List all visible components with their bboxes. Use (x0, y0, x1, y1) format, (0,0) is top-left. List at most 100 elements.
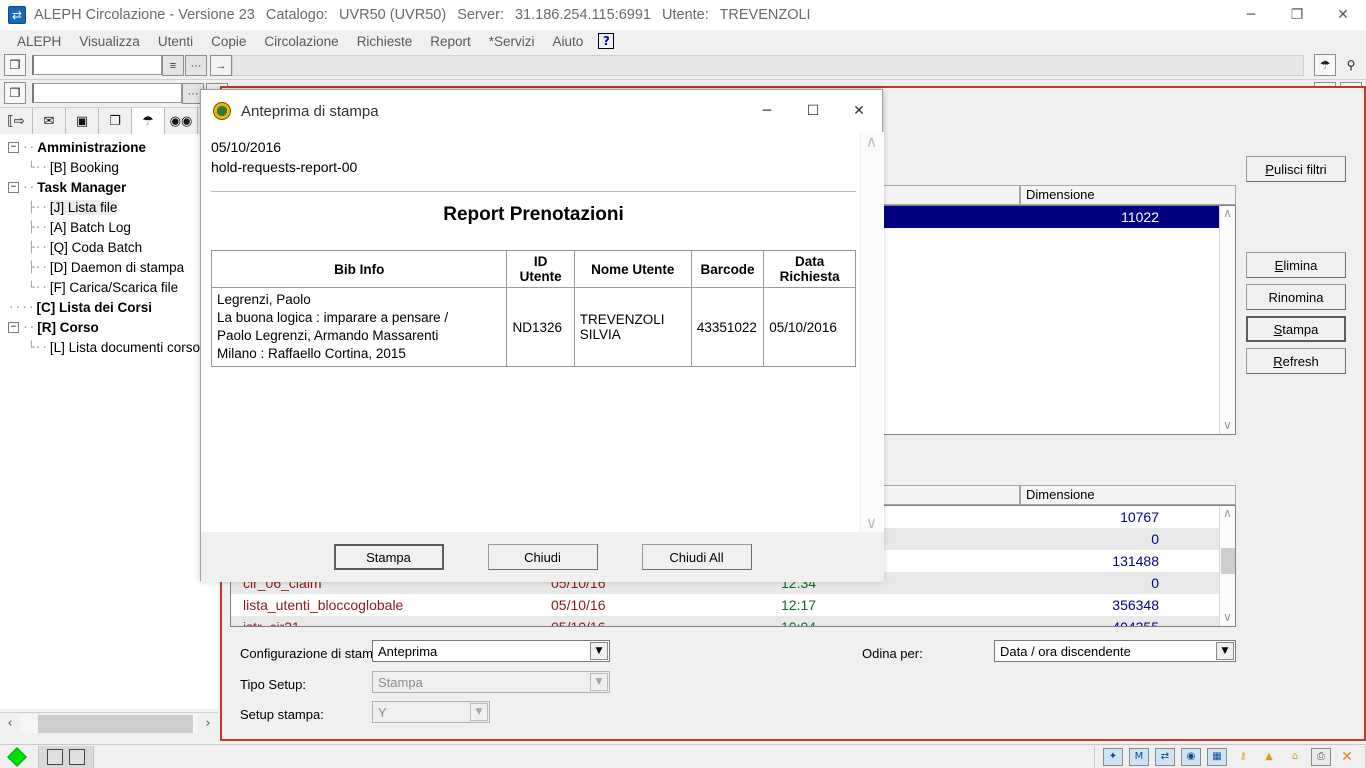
menu-copie[interactable]: Copie (202, 32, 255, 51)
upper-header-dimensione[interactable]: Dimensione (1020, 185, 1236, 205)
tree-horizontal-scrollbar[interactable]: ‹ › (0, 712, 218, 734)
scroll-track[interactable] (20, 714, 198, 733)
tab-photo[interactable]: ▣ (66, 108, 99, 134)
cube-icon-2[interactable] (69, 748, 85, 765)
grid-icon[interactable]: ▦ (1207, 747, 1227, 766)
maximize-button[interactable]: ❐ (1274, 0, 1320, 30)
menu-richieste[interactable]: Richieste (348, 32, 422, 51)
minimize-button[interactable]: ─ (1228, 0, 1274, 30)
scroll-thumb[interactable] (1221, 548, 1235, 574)
tower-icon[interactable]: ▲ (1259, 747, 1279, 766)
expander-icon[interactable]: − (8, 321, 19, 333)
rinomina-button[interactable]: Rin omina (1246, 284, 1346, 310)
scroll-down-icon[interactable]: ∨ (866, 513, 878, 532)
tree-node-lista-corsi[interactable]: ···· [C] Lista dei Corsi (0, 297, 218, 317)
scroll-down-icon[interactable]: ∨ (1223, 610, 1232, 626)
scroll-right-icon[interactable]: › (198, 716, 218, 731)
tree-node-lista-documenti-corso[interactable]: └·· [L] Lista documenti corso (0, 337, 218, 357)
marc-icon[interactable]: M (1129, 747, 1149, 766)
menu-aleph[interactable]: ALEPH (8, 32, 70, 51)
menu-servizi[interactable]: *Servizi (480, 32, 544, 51)
tree-node-daemon-stampa[interactable]: ├·· [D] Daemon di stampa (0, 257, 218, 277)
tab-circulation[interactable]: ⟦⇨ (0, 108, 33, 134)
cell-time: 12:17 (781, 597, 817, 613)
scroll-thumb[interactable] (38, 714, 193, 733)
print-setup-value: Y (378, 704, 387, 720)
chevron-down-icon[interactable]: ▼ (590, 642, 608, 660)
tree-connector: └·· (28, 160, 48, 174)
setup-type-value: Stampa (378, 674, 423, 690)
printer-icon[interactable]: ⎙ (1311, 747, 1331, 766)
toolbar-input-2[interactable] (32, 83, 182, 103)
globe-icon[interactable]: ◉ (1181, 747, 1201, 766)
close-x-icon[interactable]: ✕ (1337, 747, 1357, 766)
menu-aiuto[interactable]: Aiuto (544, 32, 593, 51)
toolbar-list-button-1[interactable]: ≡ (162, 55, 184, 76)
navigate-icon[interactable]: ✦ (1103, 747, 1123, 766)
menu-report[interactable]: Report (421, 32, 480, 51)
elimina-button[interactable]: Elimina (1246, 252, 1346, 278)
scroll-down-icon[interactable]: ∨ (1223, 418, 1232, 434)
print-config-combo[interactable]: Anteprima ▼ (372, 640, 610, 662)
chevron-down-icon[interactable]: ▼ (1216, 642, 1234, 660)
tab-search[interactable]: ◉◉ (165, 108, 198, 134)
scroll-up-icon[interactable]: ∧ (866, 132, 878, 151)
dialog-minimize-button[interactable]: ─ (744, 90, 790, 132)
toolbar-go-button-1[interactable]: → (210, 55, 232, 76)
upper-list-scrollbar[interactable]: ∧ ∨ (1219, 206, 1235, 434)
menu-visualizza[interactable]: Visualizza (70, 32, 149, 51)
dialog-chiudi-button[interactable]: Chiudi (487, 544, 598, 570)
scroll-up-icon[interactable]: ∧ (1223, 506, 1232, 522)
print-setup-combo[interactable]: Y ▼ (372, 701, 490, 723)
table-row[interactable]: lista_utenti_bloccoglobale 05/10/16 12:1… (231, 594, 1219, 616)
cube-icon-1[interactable] (47, 748, 63, 765)
tab-mail[interactable]: ✉ (33, 108, 66, 134)
aleph-app-icon: ⇄ (8, 6, 26, 24)
close-button[interactable]: ✕ (1320, 0, 1366, 30)
setup-type-combo[interactable]: Stampa ▼ (372, 671, 610, 693)
lower-list-scrollbar[interactable]: ∧ ∨ (1219, 506, 1235, 626)
dialog-close-button[interactable]: ✕ (836, 90, 882, 132)
expander-icon[interactable]: − (8, 181, 19, 193)
dialog-chiudi-all-button[interactable]: Chiudi All (641, 544, 752, 570)
dialog-maximize-button[interactable]: ☐ (790, 90, 836, 132)
key-icon[interactable]: ⚷ (1233, 747, 1253, 766)
table-row[interactable]: istr_cir21 05/10/16 10:04 404355 (231, 616, 1219, 626)
tree-node-task-manager[interactable]: − ·· Task Manager (0, 177, 218, 197)
chevron-down-icon[interactable]: ▼ (470, 703, 488, 721)
toolbar-browse-button-1[interactable]: ··· (185, 55, 207, 76)
order-by-combo[interactable]: Data / ora discendente ▼ (994, 640, 1236, 662)
tree-node-carica-scarica[interactable]: └·· [F] Carica/Scarica file (0, 277, 218, 297)
tab-copy[interactable]: ❐ (99, 108, 132, 134)
stampa-button[interactable]: Stampa (1246, 316, 1346, 342)
expander-icon[interactable]: − (8, 141, 19, 153)
tree-node-batch-log[interactable]: ├·· [A] Batch Log (0, 217, 218, 237)
menu-circolazione[interactable]: Circolazione (255, 32, 347, 51)
tree-node-amministrazione[interactable]: − ·· Amministrazione (0, 137, 218, 157)
tree-node-lista-file[interactable]: ├·· [J] Lista file (0, 197, 218, 217)
window-title-server-label: Server: (457, 7, 504, 23)
help-question-icon[interactable]: ? (598, 33, 615, 49)
pulisci-filtri-button[interactable]: Pulisci filtri (1246, 156, 1346, 182)
exchange-icon[interactable]: ⇄ (1155, 747, 1175, 766)
tree-node-corso[interactable]: − ·· [R] Corso (0, 317, 218, 337)
scroll-up-icon[interactable]: ∧ (1223, 206, 1232, 222)
dialog-stampa-button[interactable]: Stampa (333, 544, 444, 570)
scroll-left-icon[interactable]: ‹ (0, 716, 20, 731)
key-icon[interactable]: ⚲ (1340, 54, 1362, 76)
tree-node-booking[interactable]: └·· [B] Booking (0, 157, 218, 177)
bank-icon[interactable]: ⌂ (1285, 747, 1305, 766)
chevron-down-icon[interactable]: ▼ (590, 673, 608, 691)
tree-connector: └·· (28, 340, 48, 354)
user-card-icon[interactable]: ☂ (1314, 54, 1336, 76)
toolbar-row-1: ❐ ≡ ··· → ☂ ⚲ (0, 52, 1366, 80)
toolbar-doc-icon-1[interactable]: ❐ (4, 54, 26, 76)
menu-utenti[interactable]: Utenti (149, 32, 202, 51)
toolbar-doc-icon-2[interactable]: ❐ (4, 82, 26, 104)
tree-node-coda-batch[interactable]: ├·· [Q] Coda Batch (0, 237, 218, 257)
refresh-button[interactable]: Refresh (1246, 348, 1346, 374)
toolbar-input-1[interactable] (32, 55, 162, 75)
tab-basket[interactable]: ☂ (132, 108, 165, 134)
dialog-scrollbar[interactable]: ∧ ∨ (860, 132, 882, 532)
lower-header-dimensione[interactable]: Dimensione (1020, 485, 1236, 505)
